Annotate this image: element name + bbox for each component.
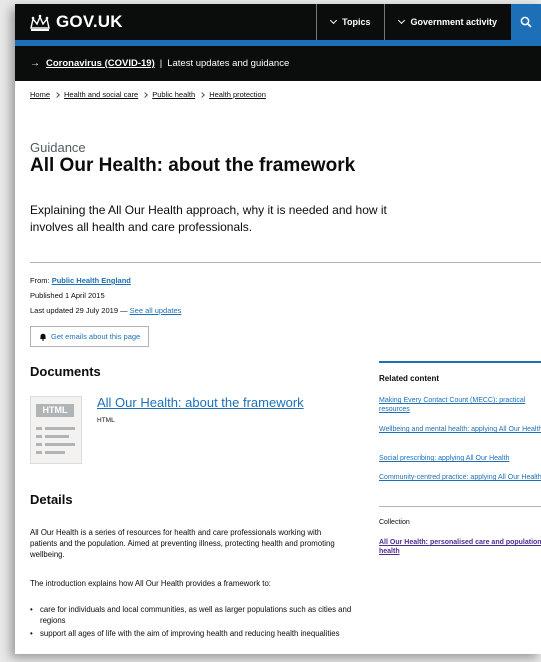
covid-separator: | bbox=[159, 58, 163, 69]
breadcrumb-health-and-social-care[interactable]: Health and social care bbox=[64, 90, 138, 99]
document-thumbnail[interactable]: HTML bbox=[30, 396, 82, 464]
covid-link[interactable]: Coronavirus (COVID-19) bbox=[46, 58, 155, 69]
document-link[interactable]: All Our Health: about the framework bbox=[97, 395, 304, 410]
page-title: All Our Health: about the framework bbox=[30, 155, 356, 176]
list-item: care for individuals and local communiti… bbox=[30, 604, 360, 626]
thumb-line bbox=[45, 443, 75, 446]
chevron-right-icon bbox=[199, 91, 206, 98]
nav-government-activity-label: Government activity bbox=[410, 17, 497, 27]
search-icon bbox=[520, 16, 532, 28]
nav-topics[interactable]: Topics bbox=[316, 4, 384, 40]
details-heading: Details bbox=[30, 492, 73, 507]
divider bbox=[379, 506, 541, 507]
page-frame: GOV.UK Topics Government activity → Coro… bbox=[15, 4, 541, 654]
nav-government-activity[interactable]: Government activity bbox=[384, 4, 511, 40]
breadcrumb-home[interactable]: Home bbox=[30, 90, 50, 99]
thumb-line bbox=[45, 427, 75, 430]
breadcrumb-health-protection[interactable]: Health protection bbox=[209, 90, 266, 99]
documents-heading: Documents bbox=[30, 364, 101, 379]
header-nav: Topics Government activity bbox=[316, 4, 541, 40]
chevron-down-icon bbox=[398, 16, 406, 25]
page-caption: Guidance bbox=[30, 140, 86, 155]
search-button[interactable] bbox=[511, 4, 541, 40]
meta-from: From: Public Health England bbox=[30, 276, 131, 285]
get-emails-button[interactable]: Get emails about this page bbox=[30, 326, 150, 347]
meta-from-label: From: bbox=[30, 276, 50, 285]
page-lead: Explaining the All Our Health approach, … bbox=[30, 203, 387, 234]
get-emails-label: Get emails about this page bbox=[51, 332, 141, 341]
thumb-line bbox=[36, 443, 42, 446]
thumb-line bbox=[45, 435, 69, 438]
covid-banner: → Coronavirus (COVID-19) | Latest update… bbox=[15, 46, 541, 81]
chevron-right-icon bbox=[142, 91, 149, 98]
related-link-wellbeing[interactable]: Wellbeing and mental health: applying Al… bbox=[379, 425, 541, 434]
chevron-down-icon bbox=[330, 16, 338, 25]
html-tag: HTML bbox=[36, 404, 74, 417]
related-top-border bbox=[379, 361, 541, 363]
related-link-mecc[interactable]: Making Every Contact Count (MECC): pract… bbox=[379, 396, 541, 414]
meta-updated-text: Last updated 29 July 2019 — bbox=[30, 306, 128, 315]
related-heading: Related content bbox=[379, 374, 440, 383]
meta-published: Published 1 April 2015 bbox=[30, 291, 105, 300]
bell-icon bbox=[40, 333, 46, 341]
thumb-line bbox=[36, 451, 42, 454]
govuk-logo[interactable]: GOV.UK bbox=[29, 12, 123, 32]
thumb-line bbox=[45, 451, 65, 454]
crown-icon bbox=[30, 14, 50, 31]
details-paragraph: All Our Health is a series of resources … bbox=[30, 528, 335, 559]
arrow-right-icon: → bbox=[30, 58, 40, 69]
logo-text: GOV.UK bbox=[56, 12, 123, 31]
collection-label: Collection bbox=[379, 519, 410, 526]
details-paragraph: The introduction explains how All Our He… bbox=[30, 579, 271, 588]
breadcrumb: Home Health and social care Public healt… bbox=[30, 90, 266, 99]
see-all-updates-link[interactable]: See all updates bbox=[130, 306, 182, 315]
meta-from-org-link[interactable]: Public Health England bbox=[52, 276, 131, 285]
collection-link[interactable]: All Our Health: personalised care and po… bbox=[379, 538, 541, 556]
details-list: care for individuals and local communiti… bbox=[30, 604, 360, 641]
thumb-line bbox=[36, 427, 42, 430]
site-header: GOV.UK Topics Government activity bbox=[15, 4, 541, 40]
related-link-community-centred[interactable]: Community-centred practice: applying All… bbox=[379, 473, 541, 482]
chevron-right-icon bbox=[54, 91, 60, 98]
document-type: HTML bbox=[97, 417, 115, 424]
meta-updated: Last updated 29 July 2019 — See all upda… bbox=[30, 306, 181, 315]
divider bbox=[30, 262, 541, 263]
thumb-line bbox=[36, 435, 42, 438]
covid-text: Latest updates and guidance bbox=[167, 58, 290, 69]
nav-topics-label: Topics bbox=[342, 17, 371, 27]
list-item: support all ages of life with the aim of… bbox=[30, 628, 360, 639]
breadcrumb-public-health[interactable]: Public health bbox=[152, 90, 195, 99]
related-link-social-prescribing[interactable]: Social prescribing: applying All Our Hea… bbox=[379, 454, 541, 463]
